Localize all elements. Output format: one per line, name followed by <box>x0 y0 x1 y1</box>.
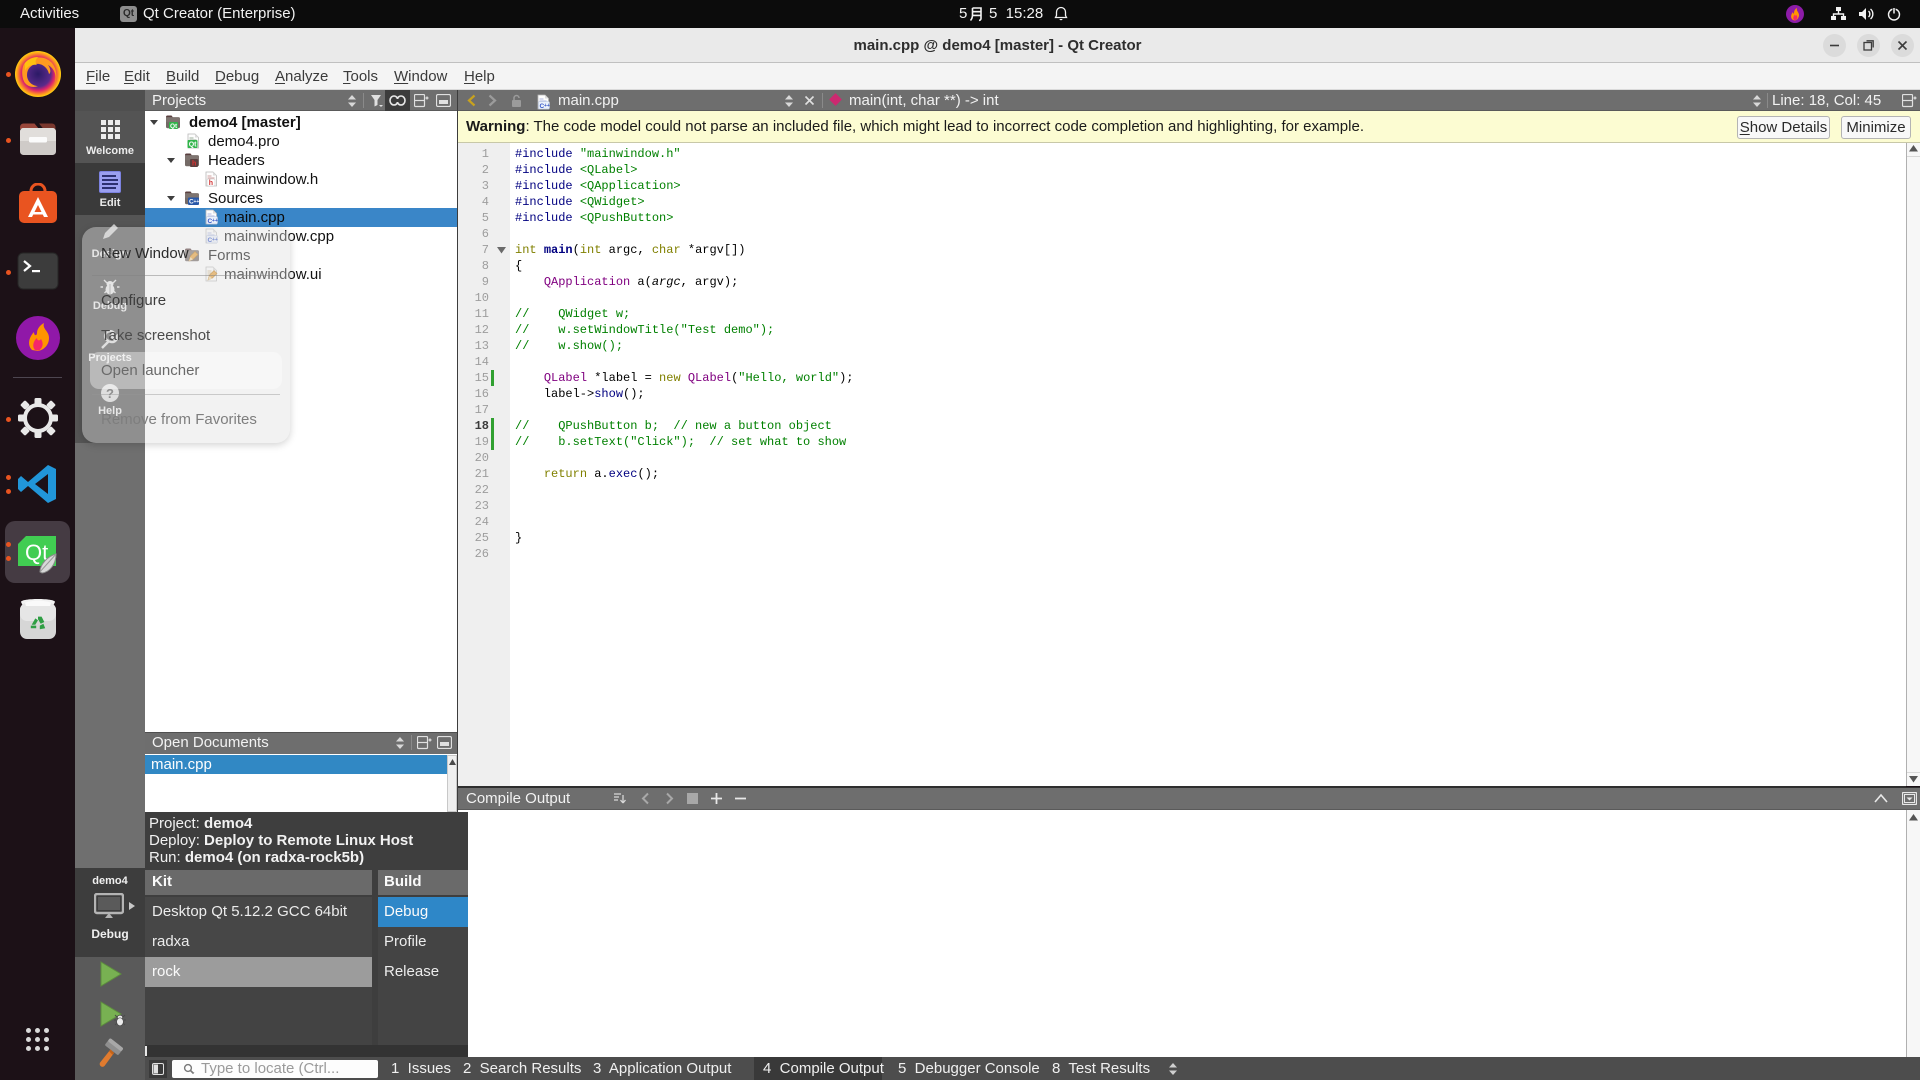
svg-text:Qt: Qt <box>189 142 197 149</box>
svg-text:++: ++ <box>194 199 200 205</box>
svg-text:h: h <box>209 180 213 187</box>
svg-text:Qt: Qt <box>170 123 178 130</box>
svg-text:h: h <box>192 161 196 168</box>
svg-text:++: ++ <box>544 103 550 109</box>
svg-text:++: ++ <box>212 218 218 224</box>
